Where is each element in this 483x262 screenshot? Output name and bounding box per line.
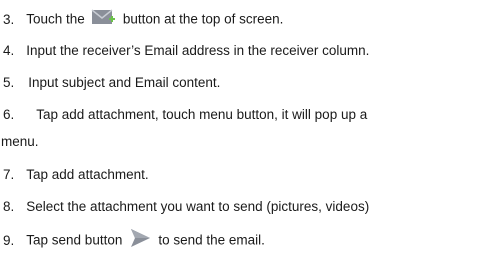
step-number: 9. <box>3 232 15 248</box>
step-text: Tap add attachment, touch menu button, i… <box>36 107 368 122</box>
compose-email-icon <box>91 8 117 26</box>
step-5: 5. Input subject and Email content. <box>3 75 220 91</box>
step-number: 3. <box>3 11 15 27</box>
step-number: 4. <box>3 43 15 58</box>
step-number: 5. <box>3 75 15 90</box>
step-6: 6. Tap add attachment, touch menu button,… <box>3 107 367 123</box>
step-3: 3. Touch the button at the top of screen. <box>3 8 284 29</box>
step-9: 9. Tap send button to send the email. <box>3 228 265 251</box>
step-text-before: Tap send button <box>26 232 123 248</box>
step-text: Input the receiver’s Email address in th… <box>26 43 370 58</box>
step-8: 8. Select the attachment you want to send… <box>3 199 369 215</box>
step-7: 7. Tap add attachment. <box>3 167 149 183</box>
send-arrow-icon <box>129 228 151 248</box>
step-text-continuation: menu. <box>1 134 39 149</box>
step-number: 8. <box>3 199 15 214</box>
instruction-list: 3. Touch the button at the top of screen.… <box>0 0 483 262</box>
step-text-before: Touch the <box>26 11 85 27</box>
step-text: Input subject and Email content. <box>28 75 221 90</box>
step-number: 7. <box>3 167 15 182</box>
step-text: Tap add attachment. <box>26 167 149 182</box>
step-6-continuation: menu. <box>1 134 39 150</box>
step-text-after: button at the top of screen. <box>122 11 284 27</box>
step-text-after: to send the email. <box>158 232 265 248</box>
step-number: 6. <box>3 107 15 122</box>
step-4: 4. Input the receiver’s Email address in … <box>3 43 369 59</box>
step-text: Select the attachment you want to send (… <box>26 199 370 214</box>
